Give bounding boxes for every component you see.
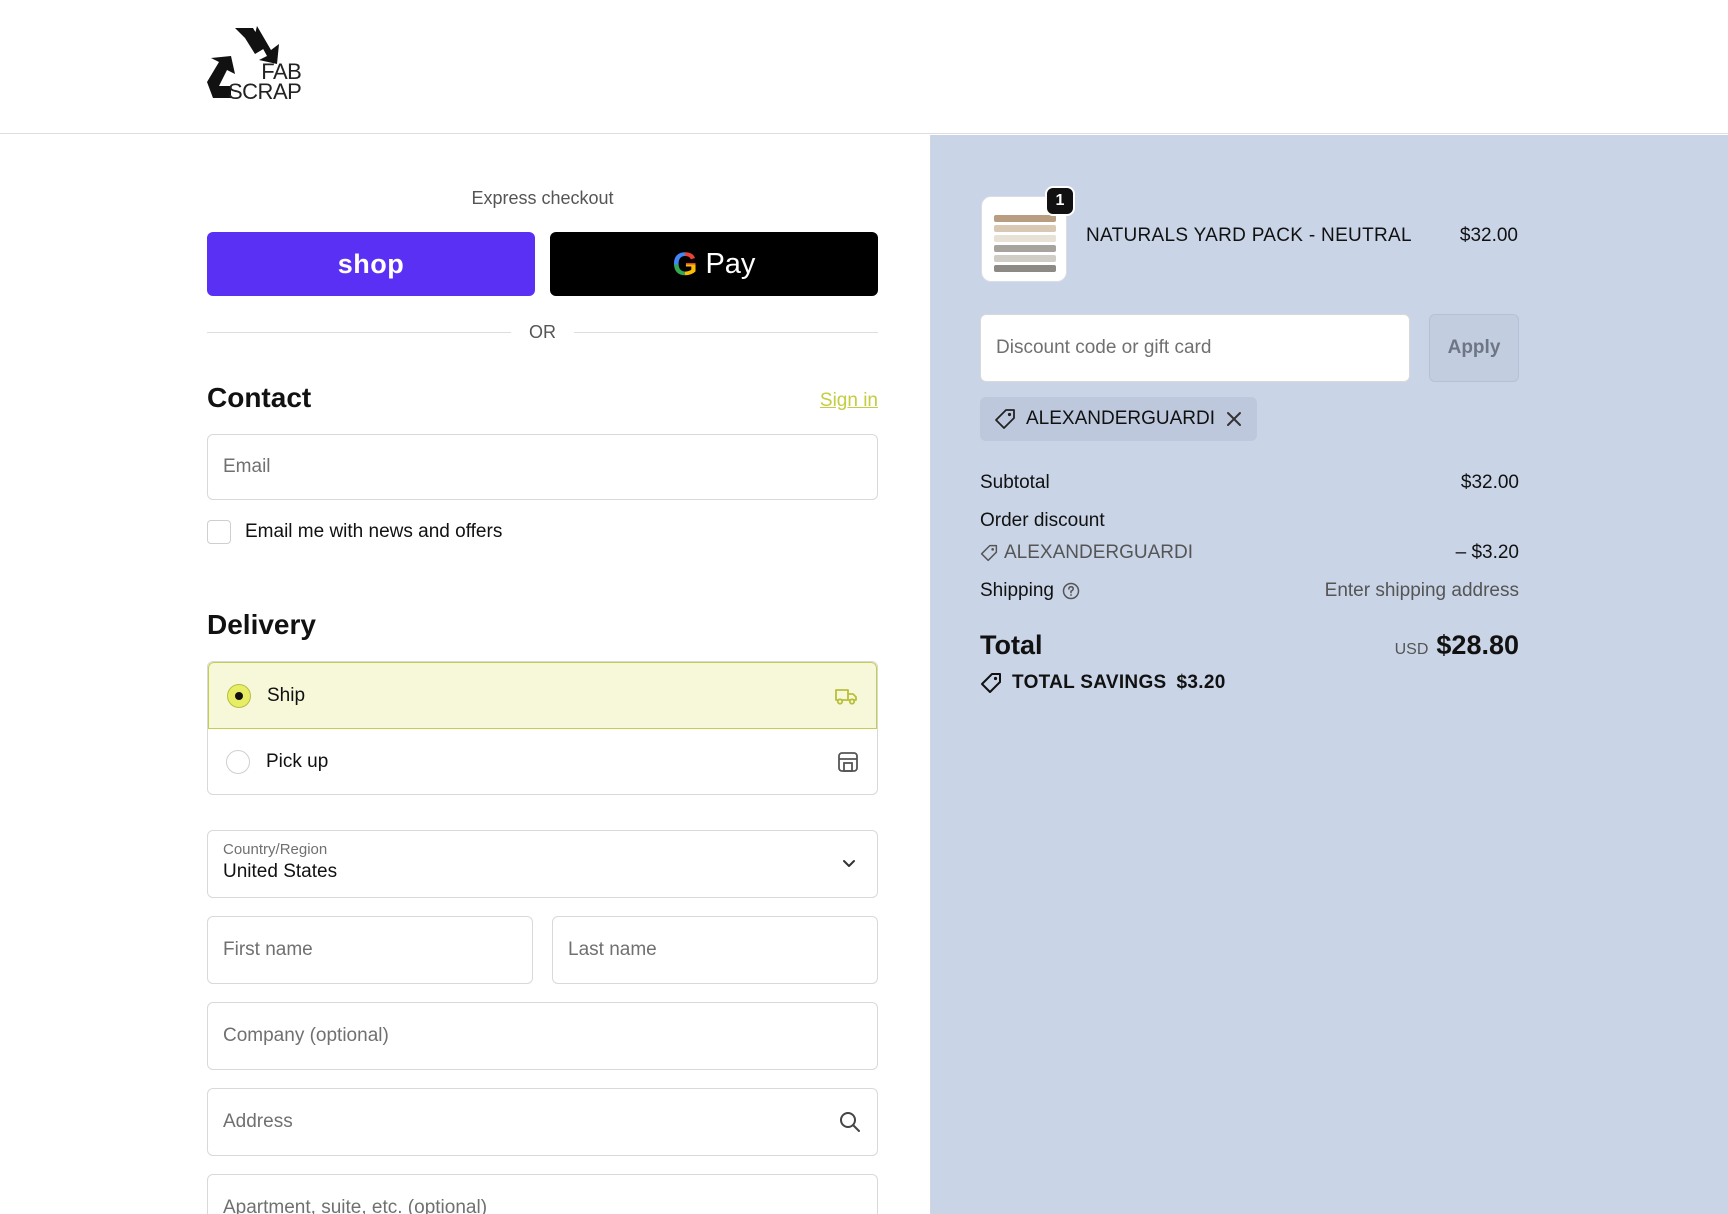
order-discount-code: ALEXANDERGUARDI [980,542,1193,564]
express-checkout-label: Express checkout [471,188,614,208]
google-pay-label: Pay [705,247,756,280]
google-g-icon: G [672,245,698,282]
total-label: Total [980,630,1043,660]
last-name-placeholder: Last name [568,939,657,960]
total-savings-value: $3.20 [1176,672,1226,693]
shop-pay-label: shop [337,248,405,279]
email-placeholder: Email [223,456,271,477]
logo-text: FAB SCRAP [228,61,302,104]
pickup-label: Pick up [266,751,329,772]
contact-title: Contact [207,382,312,413]
help-circle-icon[interactable] [1062,582,1080,600]
store-icon [838,752,858,772]
shipping-label-group: Shipping [980,580,1080,602]
address-field[interactable]: Address [207,1088,878,1156]
pickup-radio[interactable] [226,750,250,774]
discount-placeholder: Discount code or gift card [996,337,1212,358]
order-discount-code-row: ALEXANDERGUARDI – $3.20 [980,542,1519,564]
total-currency: USD [1394,641,1429,658]
delivery-option-ship[interactable]: Ship [208,662,877,729]
ship-label: Ship [267,684,306,706]
divider-line [207,331,511,333]
yarn-stripe [994,215,1056,222]
yarn-stripe [994,245,1056,252]
news-offers-label: Email me with news and offers [245,521,503,542]
country-region-label: Country/Region [223,841,328,858]
news-offers-row[interactable]: Email me with news and offers [207,520,502,544]
subtotal-row: Subtotal $32.00 [980,472,1519,494]
applied-discount-chip: ALEXANDERGUARDI [980,397,1257,441]
product-price: $32.00 [1459,225,1518,246]
total-savings-label: TOTAL SAVINGS [1012,672,1167,693]
apply-discount-button[interactable]: Apply [1429,314,1519,382]
remove-code-close-icon[interactable] [1225,410,1243,428]
yarn-stripe [994,225,1056,232]
shipping-label: Shipping [980,580,1054,601]
order-discount-code-label: ALEXANDERGUARDI [1004,542,1193,563]
total-amount: $28.80 [1436,630,1519,660]
google-pay-button[interactable]: G Pay [550,232,878,296]
yarn-stripe [994,265,1056,272]
delivery-option-pickup[interactable]: Pick up [208,729,877,794]
sign-in-link[interactable]: Sign in [800,390,878,412]
total-value-group: USD $28.80 [1300,630,1519,661]
tag-icon [995,409,1015,429]
country-region-select[interactable]: Country/Region United States [207,830,878,898]
truck-icon [835,688,857,705]
delivery-title: Delivery [207,609,316,640]
tags-icon [981,673,1001,693]
tag-icon [980,544,998,562]
apartment-placeholder: Apartment, suite, etc. (optional) [223,1197,488,1214]
shipping-value: Enter shipping address [1324,580,1519,601]
yarn-stripe [994,235,1056,242]
order-discount-row: Order discount [980,510,1519,532]
yarn-stripe [994,255,1056,262]
country-region-value: United States [223,861,338,882]
or-label: OR [529,321,556,342]
ship-radio[interactable] [227,683,251,708]
order-discount-label: Order discount [980,510,1105,531]
quantity-badge: 1 [1045,186,1075,216]
company-placeholder: Company (optional) [223,1025,389,1046]
apartment-field[interactable]: Apartment, suite, etc. (optional) [207,1174,878,1214]
shipping-row: Shipping Enter shipping address [980,580,1519,602]
chevron-down-icon [843,860,855,867]
discount-code-field[interactable]: Discount code or gift card [980,314,1410,382]
divider-line [574,331,878,333]
total-savings-row: TOTAL SAVINGS $3.20 [980,672,1226,694]
or-divider: OR [207,320,878,344]
news-offers-checkbox[interactable] [207,520,231,544]
delivery-method-group: Ship Pick up [207,661,878,795]
subtotal-label: Subtotal [980,472,1050,493]
email-field[interactable]: Email [207,434,878,500]
apply-label: Apply [1447,337,1501,358]
subtotal-value: $32.00 [1460,472,1519,493]
shop-pay-button[interactable]: shop [207,232,535,296]
order-discount-value: – $3.20 [1455,542,1519,563]
product-name: NATURALS YARD PACK - NEUTRAL [1086,225,1412,246]
last-name-field[interactable]: Last name [552,916,878,984]
address-placeholder: Address [223,1111,293,1132]
search-icon [840,1112,860,1132]
applied-code-label: ALEXANDERGUARDI [1026,408,1215,429]
company-field[interactable]: Company (optional) [207,1002,878,1070]
logo-line-2: SCRAP [228,79,302,104]
first-name-field[interactable]: First name [207,916,533,984]
header: FAB SCRAP [0,0,1728,134]
first-name-placeholder: First name [223,939,313,960]
